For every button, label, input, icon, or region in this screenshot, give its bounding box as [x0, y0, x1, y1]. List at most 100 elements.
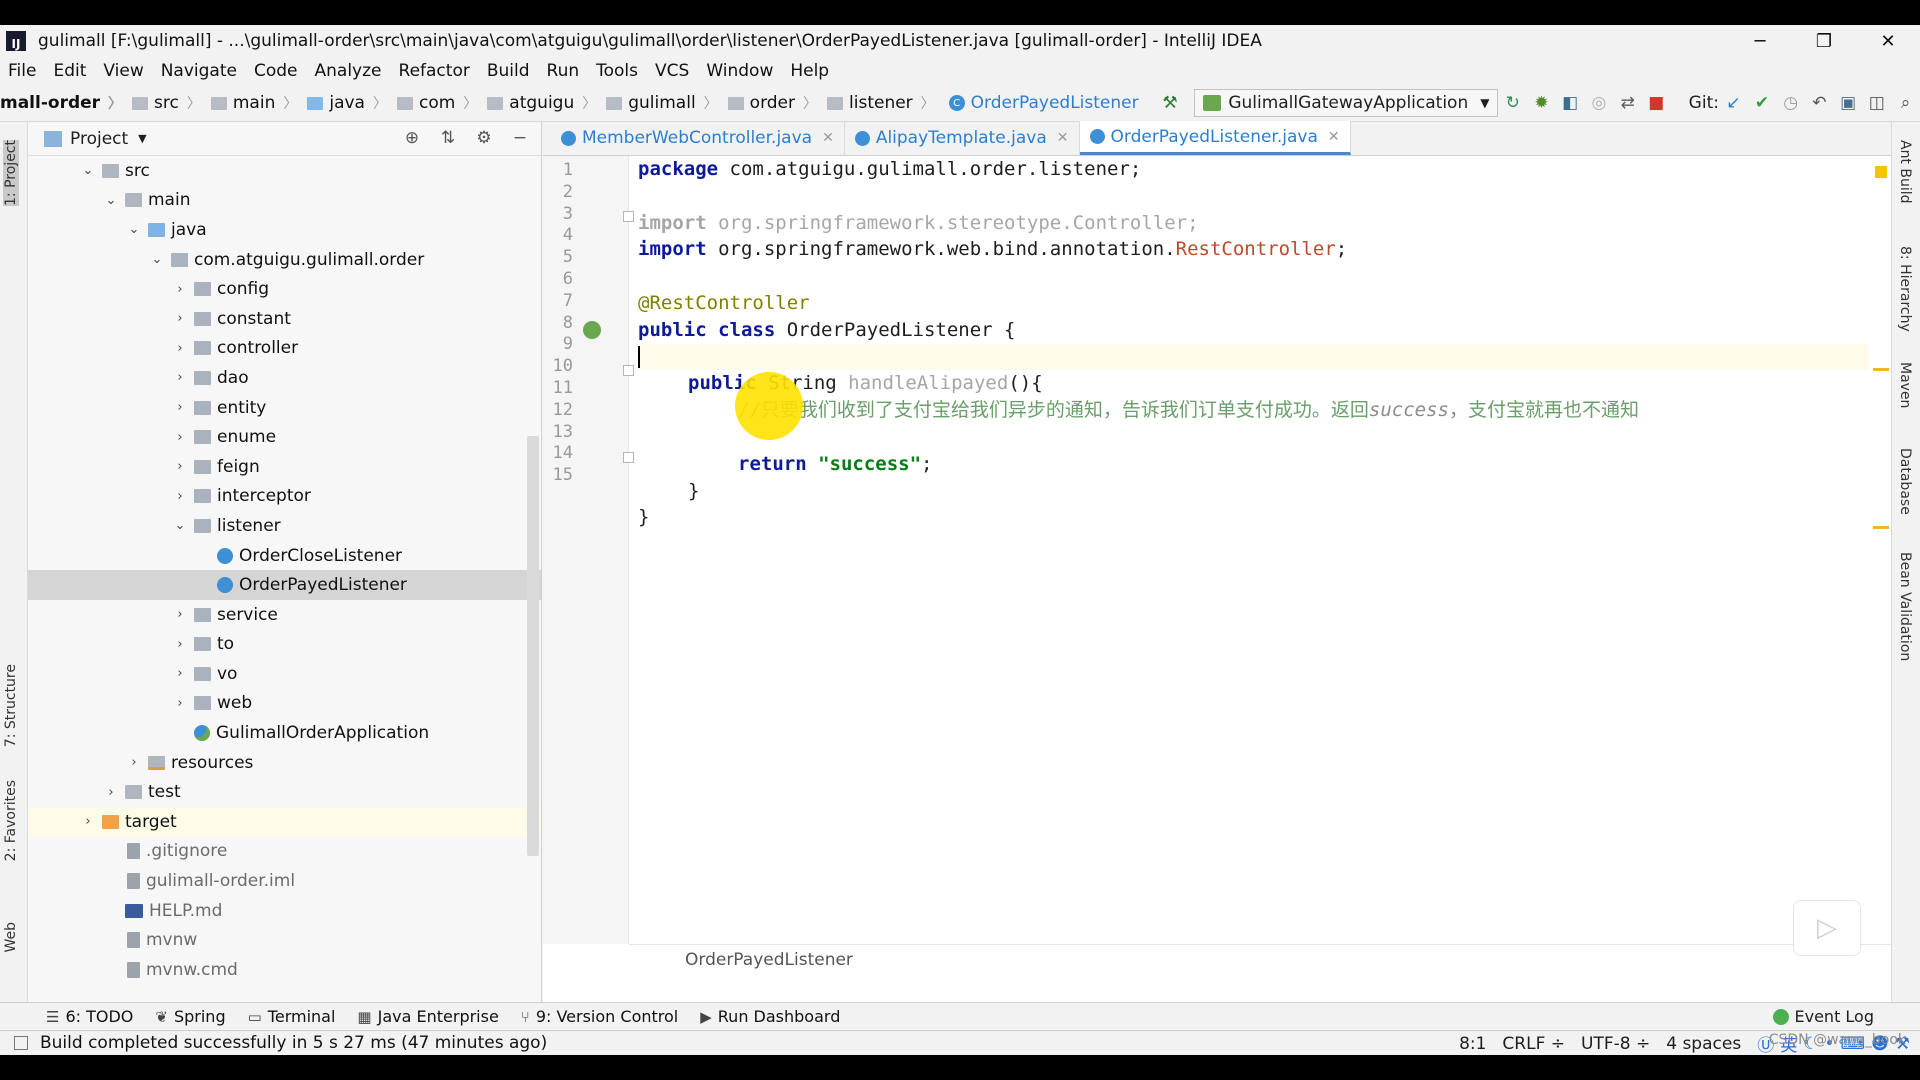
toolwin-terminal[interactable]: ▭ Terminal [248, 1007, 336, 1026]
chevron-right-icon[interactable]: › [170, 637, 190, 652]
chevron-right-icon[interactable]: › [124, 755, 144, 770]
git-update-icon[interactable]: ↙ [1724, 92, 1743, 114]
git-rollback-icon[interactable]: ↶ [1810, 92, 1829, 114]
file-encoding[interactable]: UTF-8 ÷ [1581, 1034, 1650, 1054]
tree-item[interactable]: › enume [28, 422, 541, 452]
tree-item[interactable]: › config [28, 274, 541, 304]
code-editor[interactable]: package com.atguigu.gulimall.order.liste… [638, 156, 1868, 944]
status-toggle-icon[interactable] [14, 1036, 28, 1050]
warning-indicator-icon[interactable] [1875, 166, 1887, 178]
toolwin-version-control[interactable]: ⑂ 9: Version Control [521, 1007, 678, 1026]
tree-item[interactable]: › web [28, 689, 541, 719]
tool-tab-project[interactable]: 1: Project [3, 140, 19, 206]
fold-marker-icon[interactable] [623, 211, 634, 222]
locate-icon[interactable]: ⊕ [401, 128, 423, 148]
close-tab-icon[interactable]: ✕ [1057, 130, 1069, 146]
tree-item[interactable]: ⌄ main [28, 186, 541, 216]
menu-code[interactable]: Code [254, 61, 298, 81]
chevron-right-icon[interactable]: › [170, 459, 190, 474]
nav-crumb-src[interactable]: src 〉 [122, 93, 201, 113]
menu-run[interactable]: Run [547, 61, 580, 81]
chevron-down-icon[interactable]: ⌄ [78, 163, 98, 178]
tool-tab-database[interactable]: Database [1897, 448, 1913, 515]
chevron-right-icon[interactable]: › [170, 489, 190, 504]
play-overlay-icon[interactable]: ▷ [1793, 900, 1861, 956]
tree-item[interactable]: gulimall-order.iml [28, 866, 541, 896]
git-history-icon[interactable]: ◷ [1781, 92, 1800, 114]
close-button[interactable]: ✕ [1856, 25, 1920, 57]
toolwin-spring[interactable]: ❦ Spring [155, 1007, 225, 1026]
close-tab-icon[interactable]: ✕ [1328, 129, 1340, 145]
tree-item[interactable]: › target [28, 807, 541, 837]
nav-crumb-java[interactable]: java 〉 [297, 93, 387, 113]
menu-file[interactable]: File [8, 61, 36, 81]
chevron-down-icon[interactable]: ⌄ [124, 222, 144, 237]
fold-marker-icon[interactable] [623, 452, 634, 463]
minimize-button[interactable]: ─ [1728, 25, 1792, 57]
tool-tab-structure[interactable]: 7: Structure [3, 664, 19, 747]
chevron-right-icon[interactable]: › [170, 282, 190, 297]
tool-tab-favorites[interactable]: 2: Favorites [3, 780, 19, 861]
menu-tools[interactable]: Tools [596, 61, 638, 81]
chevron-right-icon[interactable]: › [78, 814, 98, 829]
tree-item[interactable]: › interceptor [28, 482, 541, 512]
tree-item[interactable]: mvnw [28, 925, 541, 955]
tool-tab-maven[interactable]: Maven [1897, 362, 1913, 408]
menu-analyze[interactable]: Analyze [315, 61, 382, 81]
chevron-right-icon[interactable]: › [101, 785, 121, 800]
layout-icon[interactable]: ◫ [1867, 92, 1886, 114]
chevron-right-icon[interactable]: › [170, 370, 190, 385]
rerun-icon[interactable]: ↻ [1503, 92, 1522, 114]
chevron-down-icon[interactable]: ▼ [138, 132, 146, 145]
nav-crumb-class[interactable]: C OrderPayedListener [935, 93, 1139, 113]
chevron-right-icon[interactable]: › [170, 430, 190, 445]
editor-breadcrumb[interactable]: OrderPayedListener [629, 944, 1891, 974]
nav-crumb-com[interactable]: com 〉 [387, 93, 477, 113]
menu-window[interactable]: Window [706, 61, 773, 81]
tree-item[interactable]: › constant [28, 304, 541, 334]
tree-item[interactable]: ⌄ src [28, 156, 541, 186]
tool-tab-bean-validation[interactable]: Bean Validation [1897, 552, 1913, 661]
project-view-title[interactable]: Project [70, 129, 128, 149]
nav-crumb-main[interactable]: main 〉 [201, 93, 297, 113]
nav-crumb-module[interactable]: mall-order 〉 [0, 93, 122, 113]
restore-button[interactable]: ❐ [1792, 25, 1856, 57]
tab-member-web-controller[interactable]: MemberWebController.java ✕ [551, 121, 845, 155]
tree-item[interactable]: mvnw.cmd [28, 955, 541, 985]
project-structure-icon[interactable]: ▣ [1839, 92, 1858, 114]
toolwin-todo[interactable]: ☰ 6: TODO [46, 1007, 133, 1026]
fold-marker-icon[interactable] [623, 365, 634, 376]
warning-mark[interactable] [1873, 368, 1889, 371]
tree-item[interactable]: GulimallOrderApplication [28, 718, 541, 748]
stop-icon[interactable]: ■ [1647, 92, 1666, 114]
chevron-right-icon[interactable]: › [170, 696, 190, 711]
menu-view[interactable]: View [103, 61, 143, 81]
debug-icon[interactable]: ✹ [1532, 92, 1551, 114]
attach-icon[interactable]: ⇄ [1618, 92, 1637, 114]
tree-item[interactable]: ⌄ com.atguigu.gulimall.order [28, 245, 541, 275]
tree-item[interactable]: HELP.md [28, 896, 541, 926]
toolwin-run-dashboard[interactable]: ▶ Run Dashboard [700, 1007, 840, 1026]
chevron-down-icon[interactable]: ⌄ [101, 193, 121, 208]
tree-item[interactable]: › feign [28, 452, 541, 482]
chevron-right-icon[interactable]: › [170, 341, 190, 356]
build-hammer-icon[interactable]: ⚒ [1161, 92, 1180, 114]
coverage-icon[interactable]: ◧ [1561, 92, 1580, 114]
indent-setting[interactable]: 4 spaces [1666, 1034, 1741, 1054]
menu-refactor[interactable]: Refactor [399, 61, 470, 81]
caret-position[interactable]: 8:1 [1459, 1034, 1486, 1054]
warning-mark[interactable] [1873, 526, 1889, 529]
tool-tab-ant-build[interactable]: Ant Build [1897, 140, 1913, 204]
nav-crumb-listener[interactable]: listener 〉 [817, 93, 935, 113]
git-commit-icon[interactable]: ✔ [1753, 92, 1772, 114]
close-tab-icon[interactable]: ✕ [822, 130, 834, 146]
hide-icon[interactable]: − [509, 128, 531, 148]
chevron-right-icon[interactable]: › [170, 666, 190, 681]
event-log-button[interactable]: Event Log [1772, 1007, 1874, 1026]
menu-edit[interactable]: Edit [53, 61, 86, 81]
profile-icon[interactable]: ◎ [1590, 92, 1609, 114]
tree-item[interactable]: › resources [28, 748, 541, 778]
nav-crumb-gulimall[interactable]: gulimall 〉 [596, 93, 718, 113]
collapse-all-icon[interactable]: ⇅ [437, 128, 459, 148]
search-icon[interactable]: ⌕ [1896, 92, 1915, 114]
